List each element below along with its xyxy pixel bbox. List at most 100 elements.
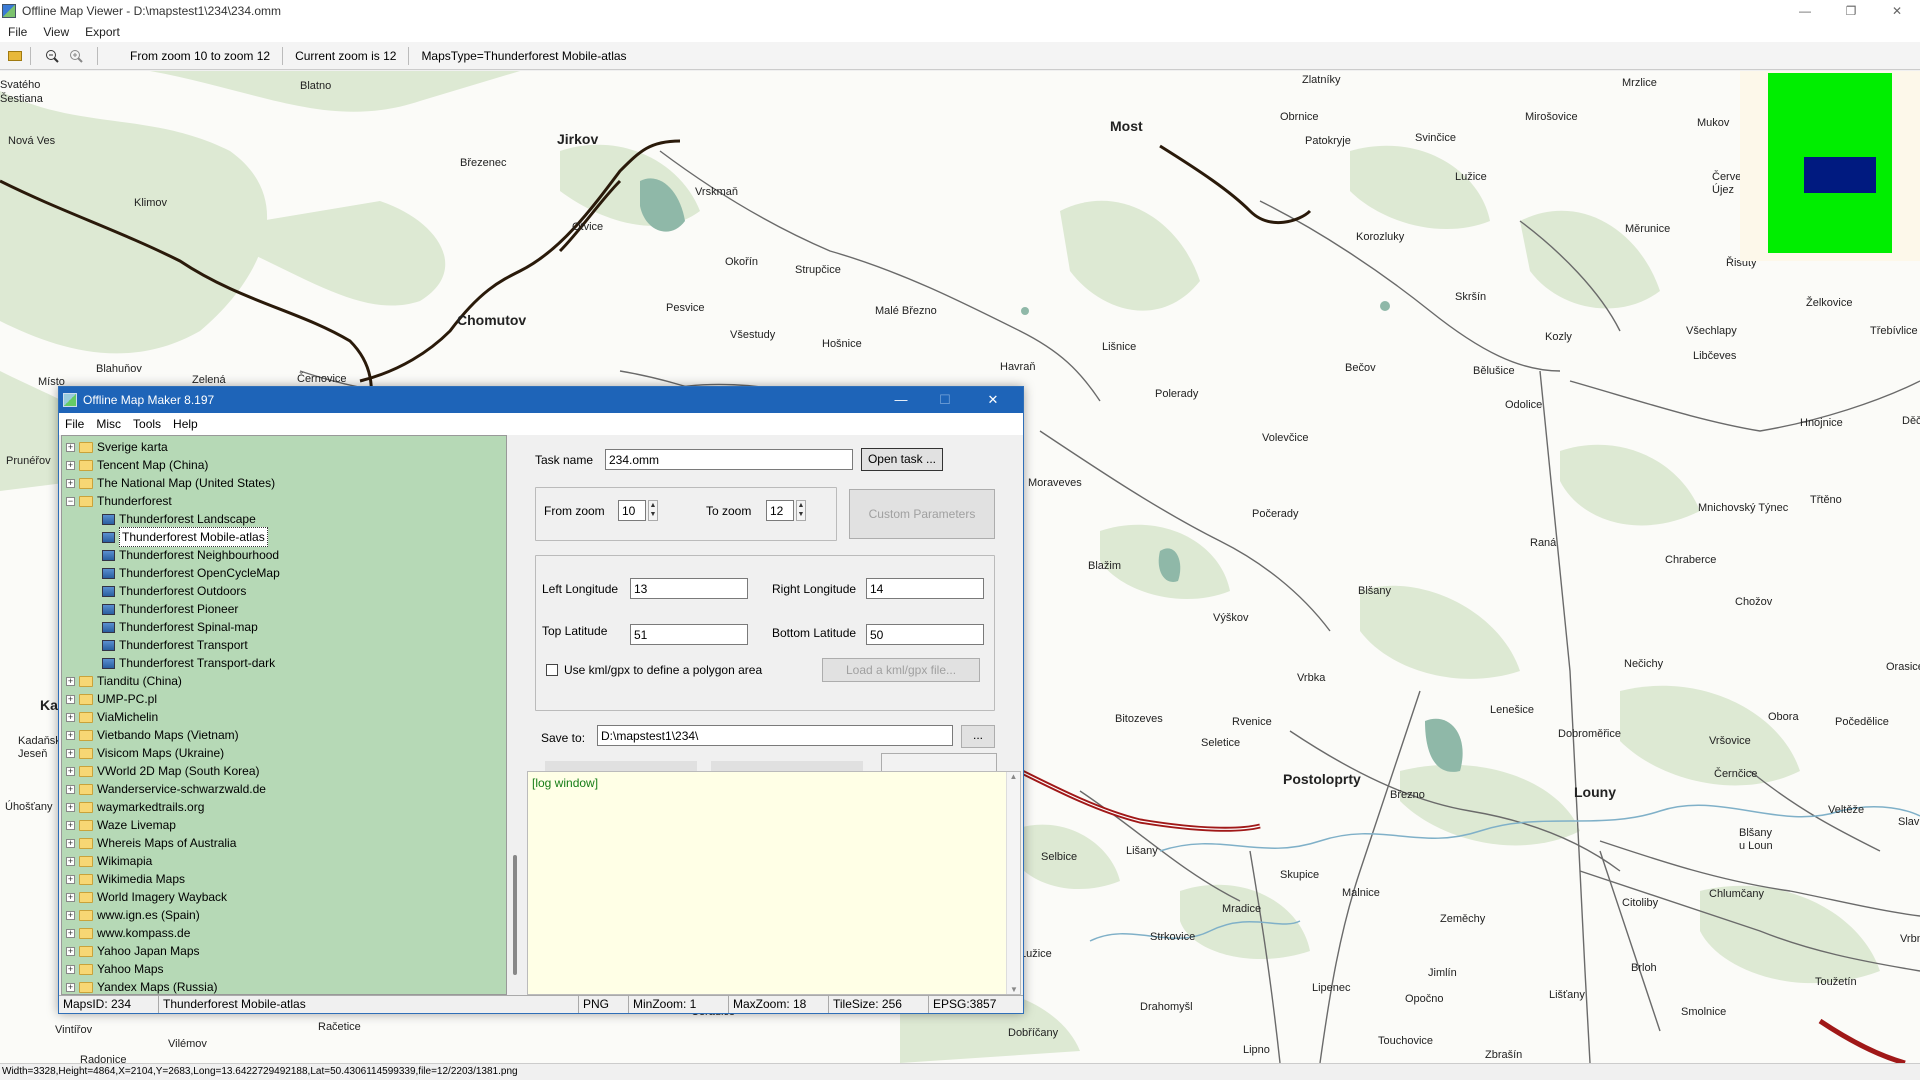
tree-folder-item[interactable]: + Tencent Map (China)	[66, 456, 208, 474]
browse-button[interactable]: ...	[961, 725, 995, 748]
log-scrollbar[interactable]: ▲ ▼	[1006, 772, 1020, 994]
tree-item-label: Whereis Maps of Australia	[97, 836, 237, 850]
tree-folder-item[interactable]: + UMP-PC.pl	[66, 690, 157, 708]
expand-toggle-icon[interactable]: +	[66, 892, 75, 902]
map-label: Zeměchy	[1440, 913, 1486, 925]
tree-folder-item[interactable]: − Thunderforest	[66, 492, 172, 510]
zoom-in-icon[interactable]	[67, 47, 85, 65]
to-zoom-stepper[interactable]: ▲ ▼	[796, 500, 806, 521]
dialog-menu-tools[interactable]: Tools	[127, 417, 167, 431]
bottom-latitude-input[interactable]	[866, 624, 984, 645]
tree-folder-item[interactable]: + Wikimedia Maps	[66, 870, 185, 888]
dialog-minimize-button[interactable]: —	[879, 387, 923, 413]
expand-toggle-icon[interactable]: +	[66, 766, 75, 776]
tree-map-item[interactable]: Thunderforest Spinal-map	[102, 618, 258, 636]
expand-toggle-icon[interactable]: +	[66, 964, 75, 974]
expand-toggle-icon[interactable]: +	[66, 784, 75, 794]
map-source-tree[interactable]: + Sverige karta + Tencent Map (China) + The N…	[61, 435, 507, 995]
tree-folder-item[interactable]: + Yandex Maps (Russia)	[66, 978, 218, 994]
expand-toggle-icon[interactable]: −	[66, 496, 75, 506]
tree-map-item[interactable]: Thunderforest Neighbourhood	[102, 546, 279, 564]
expand-toggle-icon[interactable]: +	[66, 478, 75, 488]
expand-toggle-icon[interactable]: +	[66, 730, 75, 740]
tree-folder-item[interactable]: + www.ign.es (Spain)	[66, 906, 200, 924]
map-label: Mradice	[1222, 903, 1262, 915]
from-zoom-input[interactable]	[618, 500, 646, 521]
from-zoom-stepper[interactable]: ▲ ▼	[648, 500, 658, 521]
tree-folder-item[interactable]: + Sverige karta	[66, 438, 168, 456]
close-button[interactable]: ✕	[1874, 0, 1920, 22]
tree-folder-item[interactable]: + Tianditu (China)	[66, 672, 182, 690]
tree-folder-item[interactable]: + Visicom Maps (Ukraine)	[66, 744, 224, 762]
expand-toggle-icon[interactable]: +	[66, 910, 75, 920]
expand-toggle-icon[interactable]: +	[66, 802, 75, 812]
expand-toggle-icon[interactable]: +	[66, 874, 75, 884]
zoom-out-icon[interactable]	[43, 47, 61, 65]
save-to-input[interactable]	[597, 725, 953, 746]
scrollbar-thumb[interactable]	[513, 855, 517, 975]
expand-toggle-icon[interactable]: +	[66, 928, 75, 938]
to-zoom-input[interactable]	[766, 500, 794, 521]
tree-folder-item[interactable]: + Whereis Maps of Australia	[66, 834, 236, 852]
right-longitude-input[interactable]	[866, 578, 984, 599]
tree-folder-item[interactable]: + Yahoo Japan Maps	[66, 942, 200, 960]
open-folder-icon[interactable]	[6, 47, 24, 65]
tree-map-item[interactable]: Thunderforest OpenCycleMap	[102, 564, 280, 582]
minimap-viewport[interactable]	[1804, 157, 1876, 193]
expand-toggle-icon[interactable]: +	[66, 712, 75, 722]
tree-folder-item[interactable]: + ViaMichelin	[66, 708, 158, 726]
tree-map-item[interactable]: Thunderforest Pioneer	[102, 600, 238, 618]
tree-folder-item[interactable]: + VWorld 2D Map (South Korea)	[66, 762, 260, 780]
tree-folder-item[interactable]: + Wanderservice-schwarzwald.de	[66, 780, 266, 798]
menu-export[interactable]: Export	[77, 25, 128, 39]
tree-folder-item[interactable]: + Yahoo Maps	[66, 960, 164, 978]
tree-map-item[interactable]: Thunderforest Transport	[102, 636, 248, 654]
menu-view[interactable]: View	[35, 25, 77, 39]
top-latitude-input[interactable]	[630, 624, 748, 645]
kml-checkbox[interactable]	[546, 664, 558, 676]
tree-folder-item[interactable]: + Wikimapia	[66, 852, 152, 870]
tree-map-item[interactable]: Thunderforest Transport-dark	[102, 654, 275, 672]
tree-folder-item[interactable]: + Vietbando Maps (Vietnam)	[66, 726, 239, 744]
expand-toggle-icon[interactable]: +	[66, 946, 75, 956]
dialog-menu-file[interactable]: File	[59, 417, 90, 431]
left-longitude-input[interactable]	[630, 578, 748, 599]
expand-toggle-icon[interactable]: +	[66, 820, 75, 830]
expand-toggle-icon[interactable]: +	[66, 442, 75, 452]
dialog-titlebar[interactable]: Offline Map Maker 8.197 — ☐ ✕	[59, 387, 1023, 413]
tree-folder-item[interactable]: + waymarkedtrails.org	[66, 798, 204, 816]
dialog-menu-help[interactable]: Help	[167, 417, 204, 431]
dialog-menu-misc[interactable]: Misc	[90, 417, 127, 431]
menu-file[interactable]: File	[0, 25, 35, 39]
tree-folder-item[interactable]: + World Imagery Wayback	[66, 888, 227, 906]
tree-folder-item[interactable]: + www.kompass.de	[66, 924, 190, 942]
open-task-button[interactable]: Open task ...	[861, 448, 943, 471]
expand-toggle-icon[interactable]: +	[66, 460, 75, 470]
dialog-maximize-button[interactable]: ☐	[923, 387, 967, 413]
tree-map-item[interactable]: Thunderforest Landscape	[102, 510, 256, 528]
load-kml-button[interactable]: Load a kml/gpx file...	[822, 658, 980, 682]
tree-scrollbar[interactable]	[507, 435, 525, 995]
dialog-close-button[interactable]: ✕	[971, 387, 1015, 413]
expand-toggle-icon[interactable]: +	[66, 676, 75, 686]
folder-icon	[79, 963, 93, 975]
map-label: Lužice	[1455, 171, 1487, 183]
expand-toggle-icon[interactable]: +	[66, 856, 75, 866]
tree-folder-item[interactable]: + The National Map (United States)	[66, 474, 275, 492]
overview-minimap[interactable]	[1740, 71, 1920, 261]
tree-folder-item[interactable]: + Waze Livemap	[66, 816, 176, 834]
tree-map-item[interactable]: Thunderforest Outdoors	[102, 582, 246, 600]
tree-item-label: Tianditu (China)	[97, 674, 182, 688]
task-name-input[interactable]	[605, 449, 853, 470]
expand-toggle-icon[interactable]: +	[66, 694, 75, 704]
expand-toggle-icon[interactable]: +	[66, 838, 75, 848]
custom-parameters-button[interactable]: Custom Parameters	[849, 489, 995, 539]
expand-toggle-icon[interactable]: +	[66, 748, 75, 758]
tree-map-item[interactable]: Thunderforest Mobile-atlas	[102, 527, 268, 547]
expand-toggle-icon[interactable]: +	[66, 982, 75, 992]
log-window[interactable]: [log window] ▲ ▼	[527, 771, 1021, 995]
tree-item-label: ViaMichelin	[97, 710, 159, 724]
maximize-button[interactable]: ❐	[1828, 0, 1874, 22]
map-label: Radonice	[80, 1054, 127, 1063]
minimize-button[interactable]: —	[1782, 0, 1828, 22]
